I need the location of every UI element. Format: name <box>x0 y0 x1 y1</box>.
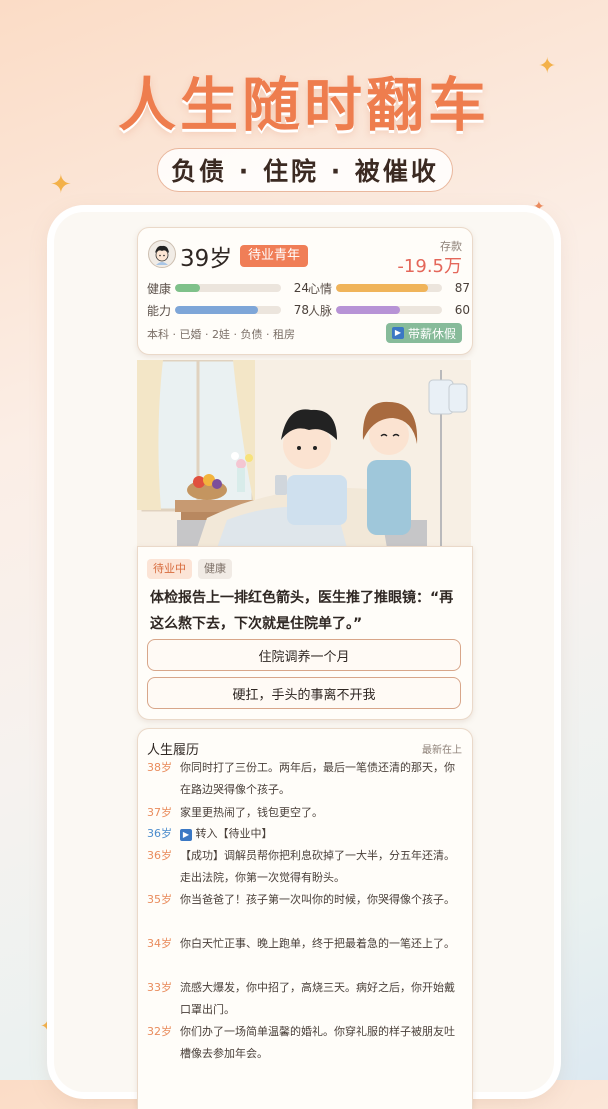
choice-endure-button[interactable]: 硬扛，手头的事离不开我 <box>147 677 461 709</box>
paid-leave-label: 带薪休假 <box>407 326 456 341</box>
status-card: 39岁 待业青年 存款 -19.5万 健康 24 心情 87 能力 78 人脉 … <box>137 227 473 355</box>
history-entry: 33岁 流感大爆发，你中招了，高烧三天。病好之后，你开始戴口罩出门。 <box>147 977 463 1021</box>
stat-bar-fill <box>175 284 201 292</box>
sparkle-icon: ✦ <box>40 1016 56 1037</box>
history-entry: 38岁 你同时打了三份工。两年后，最后一笔债还清的那天，你在路边哭得像个孩子。 <box>147 757 463 801</box>
stat-bar <box>175 306 281 314</box>
event-description: 体检报告上一排红色箭头，医生推了推眼镜：“再这么熬下去，下次就是住院单了。” <box>150 590 454 632</box>
age-label: 39岁 <box>180 246 233 272</box>
stat-value: 78 <box>293 303 309 317</box>
stat-bar-fill <box>336 306 400 314</box>
stat-bar <box>175 284 281 292</box>
stat-label: 健康 <box>147 281 172 296</box>
status-chip: 待业中 <box>147 559 192 579</box>
stat-ability: 能力 78 <box>147 302 309 318</box>
entry-text: 你白天忙正事、晚上跑单，终于把最着急的一笔还上了。 <box>180 937 455 950</box>
history-entry: 35岁 你当爸爸了！孩子第一次叫你的时候，你哭得像个孩子。 <box>147 889 463 911</box>
stat-mood: 心情 87 <box>308 280 470 296</box>
history-entry: 32岁 你们办了一场简单温馨的婚礼。你穿礼服的样子被朋友吐槽像去参加年会。 <box>147 1021 463 1065</box>
entry-year: 32岁 <box>147 1025 172 1038</box>
entry-text: 流感大爆发，你中招了，高烧三天。病好之后，你开始戴口罩出门。 <box>180 981 455 1016</box>
play-icon: ▶ <box>391 327 404 339</box>
entry-text: 你们办了一场简单温馨的婚礼。你穿礼服的样子被朋友吐槽像去参加年会。 <box>180 1025 455 1060</box>
sparkle-icon: ✦ <box>533 199 545 215</box>
entry-year: 36岁 <box>147 849 172 862</box>
paid-leave-button[interactable]: ▶ 带薪休假 <box>385 323 462 343</box>
entry-year: 33岁 <box>147 981 172 994</box>
entry-text: 【成功】调解员帮你把利息砍掉了一大半，分五年还清。走出法院，你第一次觉得有盼头。 <box>180 849 455 884</box>
play-icon: ▶ <box>180 829 192 841</box>
entry-year: 35岁 <box>147 893 172 906</box>
entry-year: 34岁 <box>147 937 172 950</box>
stat-value: 87 <box>454 281 470 295</box>
history-entry: 34岁 你白天忙正事、晚上跑单，终于把最着急的一笔还上了。 <box>147 933 463 955</box>
entry-text: 你同时打了三份工。两年后，最后一笔债还清的那天，你在路边哭得像个孩子。 <box>180 761 455 796</box>
entry-year: 37岁 <box>147 806 172 819</box>
subtitle-pill: 负债 · 住院 · 被催收 <box>157 148 453 192</box>
entry-text: 转入【待业中】 <box>195 827 273 840</box>
headline: 人生随时翻车 <box>117 71 490 139</box>
stat-label: 人脉 <box>308 303 333 318</box>
history-entry: 37岁 家里更热闹了，钱包更空了。 <box>147 802 463 824</box>
history-entry: 36岁 ▶ 转入【待业中】 <box>147 823 463 845</box>
sparkle-icon: ✦ <box>50 170 72 200</box>
history-title: 人生履历 <box>147 743 200 758</box>
entry-year: 38岁 <box>147 761 172 774</box>
stat-label: 能力 <box>147 303 172 318</box>
savings-value: -19.5万 <box>397 256 462 277</box>
entry-year: 36岁 <box>147 827 172 840</box>
avatar-icon <box>148 240 176 268</box>
category-chip: 健康 <box>198 559 232 579</box>
entry-text: 家里更热闹了，钱包更空了。 <box>180 806 323 819</box>
stat-bar-fill <box>336 284 429 292</box>
stat-bar <box>336 306 442 314</box>
event-card: 待业中 健康 体检报告上一排红色箭头，医生推了推眼镜：“再这么熬下去，下次就是住… <box>137 546 473 720</box>
stat-value: 24 <box>293 281 309 295</box>
sparkle-icon: ✦ <box>538 54 557 79</box>
history-order-label: 最新在上 <box>422 745 462 756</box>
stat-bar-fill <box>175 306 258 314</box>
entry-text-wrap: ▶ 转入【待业中】 <box>180 823 463 845</box>
scene-illustration <box>137 360 471 548</box>
stat-bar <box>336 284 442 292</box>
entry-text: 你当爸爸了！孩子第一次叫你的时候，你哭得像个孩子。 <box>180 893 455 906</box>
phone-frame: 39岁 待业青年 存款 -19.5万 健康 24 心情 87 能力 78 人脉 … <box>54 212 554 1109</box>
stat-label: 心情 <box>308 281 333 296</box>
stat-health: 健康 24 <box>147 280 309 296</box>
choice-hospital-button[interactable]: 住院调养一个月 <box>147 639 461 671</box>
job-tag: 待业青年 <box>240 245 309 267</box>
traits-line: 本科 · 已婚 · 2娃 · 负债 · 租房 <box>147 328 295 341</box>
life-history-card: 人生履历 最新在上 38岁 你同时打了三份工。两年后，最后一笔债还清的那天，你在… <box>137 728 473 1109</box>
stat-value: 60 <box>454 303 470 317</box>
stat-network: 人脉 60 <box>308 302 470 318</box>
history-entry: 36岁 【成功】调解员帮你把利息砍掉了一大半，分五年还清。走出法院，你第一次觉得… <box>147 845 463 889</box>
